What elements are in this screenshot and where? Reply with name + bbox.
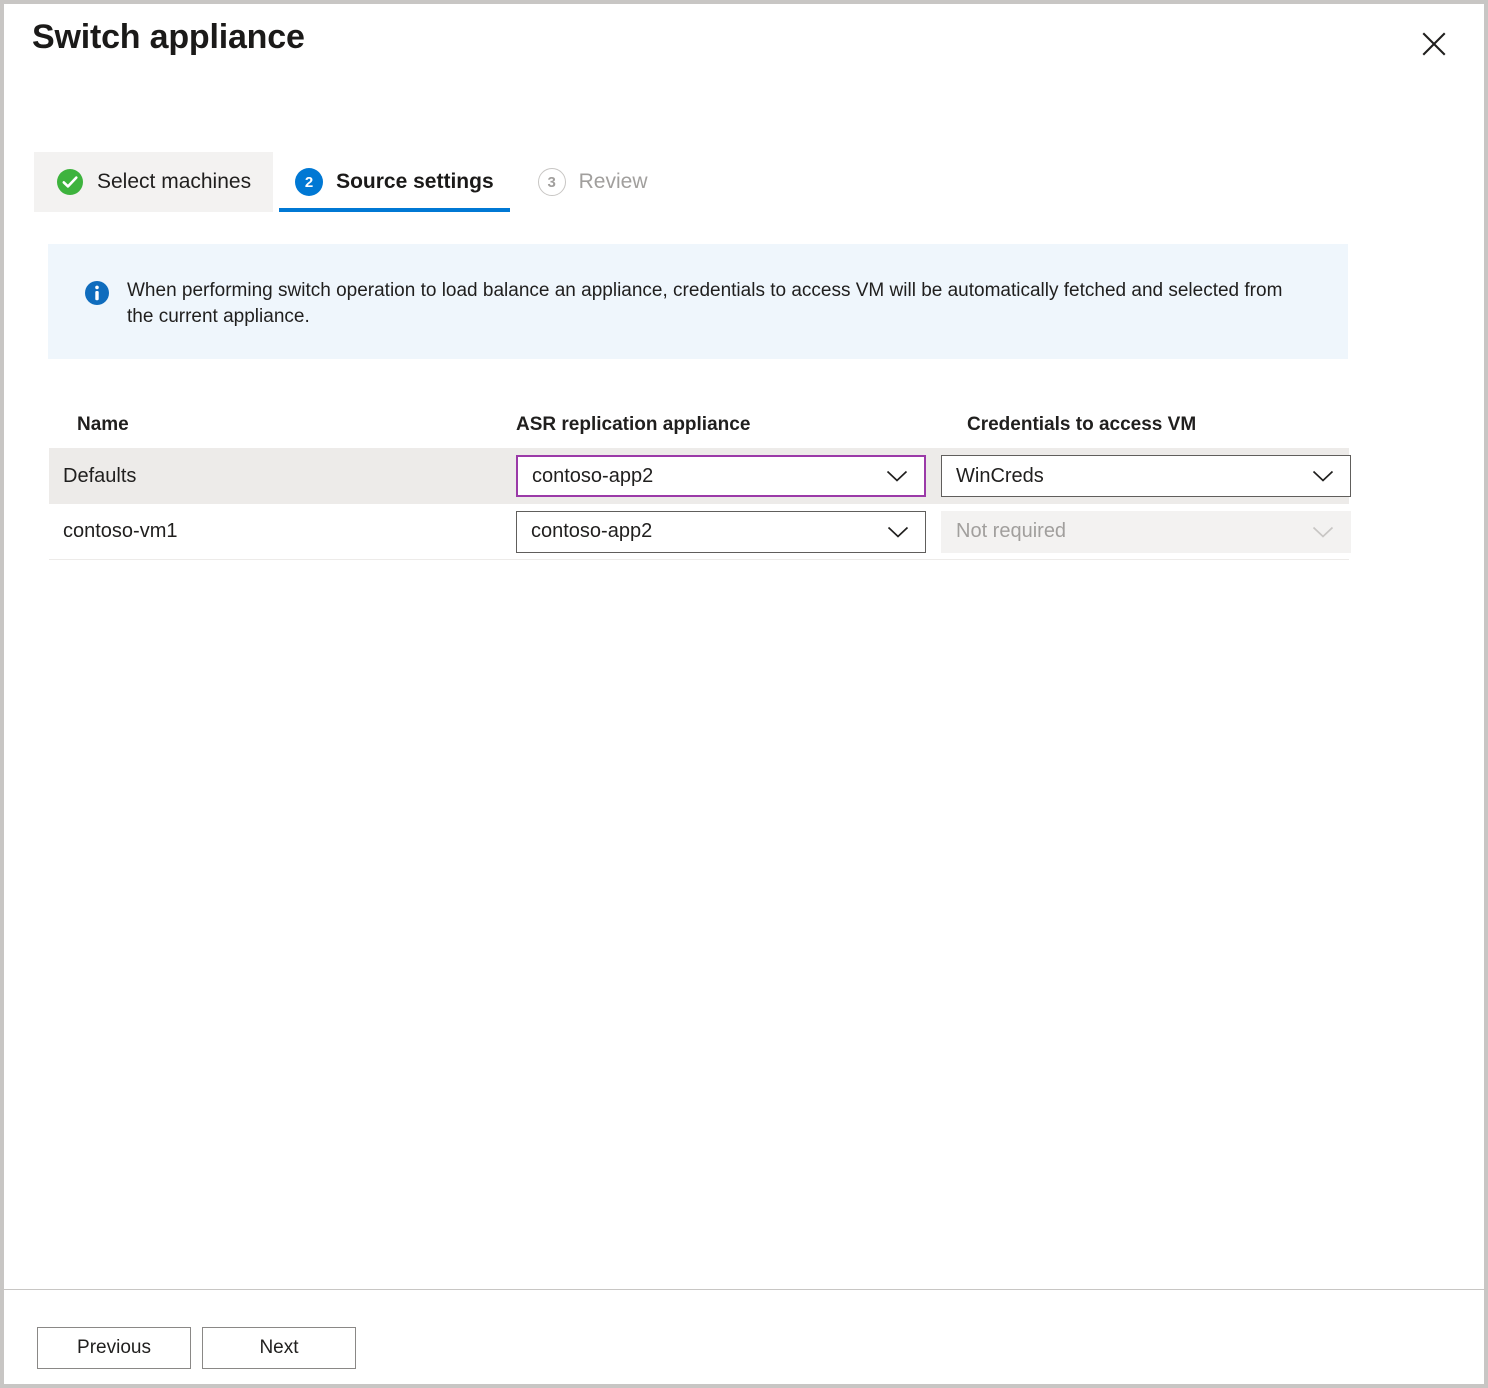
- appliance-dropdown-value: contoso-app2: [518, 465, 886, 488]
- dialog-footer: Previous Next: [4, 1289, 1484, 1384]
- info-banner-text: When performing switch operation to load…: [127, 278, 1297, 330]
- close-icon[interactable]: [1410, 20, 1458, 68]
- table-header-row: Name ASR replication appliance Credentia…: [49, 402, 1349, 448]
- source-settings-table: Name ASR replication appliance Credentia…: [49, 402, 1349, 560]
- column-header-appliance: ASR replication appliance: [504, 414, 929, 436]
- chevron-down-icon-glyph: [887, 525, 909, 539]
- column-header-credentials: Credentials to access VM: [929, 414, 1349, 436]
- appliance-dropdown-value: contoso-app2: [517, 520, 887, 543]
- chevron-down-icon: [886, 469, 908, 483]
- table-row: Defaults contoso-app2 WinCreds: [49, 448, 1349, 504]
- step-select-machines[interactable]: Select machines: [34, 152, 273, 212]
- row-appliance-cell: contoso-app2: [504, 455, 929, 497]
- row-credentials-cell: WinCreds: [929, 455, 1349, 497]
- switch-appliance-dialog: Switch appliance Select machines 2 Sourc…: [0, 0, 1488, 1388]
- step-label: Review: [579, 170, 648, 194]
- wizard-steps: Select machines 2 Source settings 3 Revi…: [34, 152, 669, 212]
- row-name: Defaults: [49, 465, 504, 488]
- appliance-dropdown-defaults[interactable]: contoso-app2: [516, 455, 926, 497]
- step-label: Source settings: [336, 170, 494, 194]
- appliance-dropdown-contoso-vm1[interactable]: contoso-app2: [516, 511, 926, 553]
- chevron-down-icon: [887, 525, 909, 539]
- credentials-dropdown-value: WinCreds: [942, 465, 1312, 488]
- close-icon-glyph: [1420, 30, 1448, 58]
- chevron-down-icon: [1312, 525, 1334, 539]
- check-circle-icon: [56, 168, 84, 196]
- step-complete-check-icon: [56, 168, 84, 196]
- table-row: contoso-vm1 contoso-app2 Not required: [49, 504, 1349, 560]
- row-appliance-cell: contoso-app2: [504, 511, 929, 553]
- step-label: Select machines: [97, 170, 251, 194]
- step-review[interactable]: 3 Review: [516, 152, 670, 212]
- footer-button-group: Previous Next: [37, 1327, 356, 1369]
- chevron-down-icon-glyph: [886, 469, 908, 483]
- row-credentials-cell: Not required: [929, 511, 1349, 553]
- info-icon-glyph: [84, 280, 110, 306]
- step-source-settings[interactable]: 2 Source settings: [273, 152, 516, 212]
- step-number-badge: 3: [538, 168, 566, 196]
- credentials-dropdown-defaults[interactable]: WinCreds: [941, 455, 1351, 497]
- info-banner: When performing switch operation to load…: [48, 244, 1348, 359]
- column-header-name: Name: [49, 414, 504, 436]
- page-title: Switch appliance: [32, 18, 305, 57]
- previous-button[interactable]: Previous: [37, 1327, 191, 1369]
- dialog-header: Switch appliance: [4, 4, 1484, 100]
- chevron-down-icon: [1312, 469, 1334, 483]
- info-icon: [84, 280, 110, 311]
- credentials-dropdown-value: Not required: [942, 520, 1312, 543]
- credentials-dropdown-contoso-vm1: Not required: [941, 511, 1351, 553]
- next-button[interactable]: Next: [202, 1327, 356, 1369]
- chevron-down-icon-glyph: [1312, 469, 1334, 483]
- step-number-badge: 2: [295, 168, 323, 196]
- chevron-down-icon-glyph: [1312, 525, 1334, 539]
- row-name: contoso-vm1: [49, 520, 504, 543]
